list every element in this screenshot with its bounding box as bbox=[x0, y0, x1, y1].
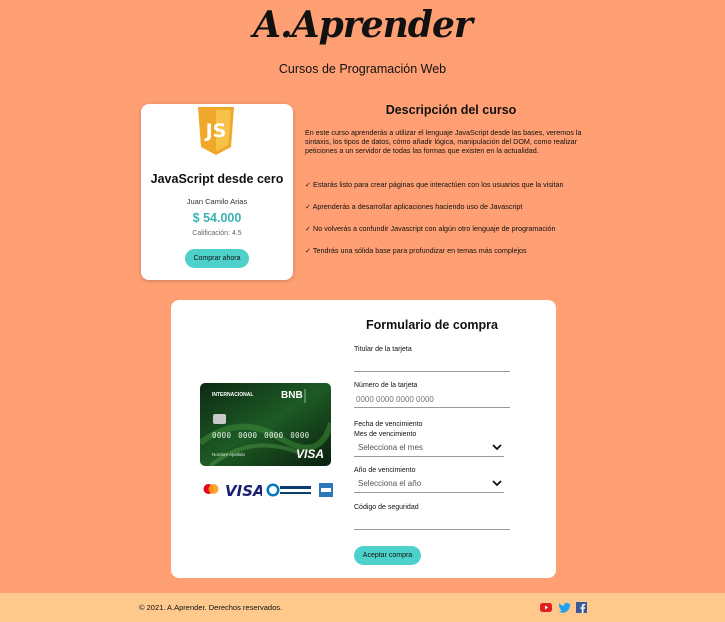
card-chip-icon bbox=[213, 414, 226, 424]
card-number-input[interactable] bbox=[354, 391, 510, 408]
purchase-form-card: INTERNACIONAL BNB 0000 0000 0000 0000 No… bbox=[171, 300, 556, 578]
benefit-item: ✓ Estarás listo para crear páginas que i… bbox=[305, 180, 564, 189]
diners-club-icon bbox=[266, 483, 311, 497]
card-bank-name: BNB bbox=[281, 390, 303, 401]
month-label: Mes de vencimiento bbox=[354, 431, 417, 438]
site-logo[interactable]: A.Aprender bbox=[0, 4, 725, 46]
expiry-label: Fecha de vencimiento bbox=[354, 421, 423, 428]
javascript-shield-icon: JS bbox=[198, 107, 234, 155]
footer: © 2021. A.Aprender. Derechos reservados. bbox=[0, 593, 725, 622]
facebook-icon[interactable] bbox=[576, 602, 588, 613]
course-card: JS JavaScript desde cero Juan Camilo Ari… bbox=[141, 104, 293, 280]
year-select[interactable]: Selecciona el año bbox=[354, 476, 504, 493]
chevron-down-icon bbox=[492, 480, 502, 487]
benefits-list: ✓ Estarás listo para crear páginas que i… bbox=[305, 180, 597, 268]
month-select[interactable]: Selecciona el mes bbox=[354, 440, 504, 457]
accept-purchase-button[interactable]: Aceptar compra bbox=[354, 546, 421, 565]
month-selected: Selecciona el mes bbox=[358, 443, 423, 452]
american-express-icon bbox=[319, 483, 333, 497]
card-network: VISA bbox=[296, 447, 325, 461]
description-heading: Descripción del curso bbox=[385, 103, 517, 117]
card-type-label: INTERNACIONAL bbox=[212, 392, 254, 398]
course-price: $ 54.000 bbox=[192, 211, 242, 225]
visa-icon: VISA bbox=[225, 482, 262, 498]
svg-text:JS: JS bbox=[204, 120, 227, 142]
copyright-text: © 2021. A.Aprender. Derechos reservados. bbox=[139, 603, 283, 612]
description-body: En este curso aprenderás a utilizar el l… bbox=[305, 128, 582, 155]
form-heading: Formulario de compra bbox=[366, 318, 498, 332]
course-author: Juan Camilo Arias bbox=[186, 197, 248, 206]
card-number-label: Número de la tarjeta bbox=[354, 382, 418, 389]
page-subtitle: Cursos de Programación Web bbox=[278, 62, 447, 76]
security-code-input[interactable] bbox=[354, 513, 510, 530]
benefit-item: ✓ No volverás a confundir Javascript con… bbox=[305, 224, 556, 233]
buy-now-button[interactable]: Comprar ahora bbox=[185, 249, 249, 268]
year-selected: Selecciona el año bbox=[358, 479, 422, 488]
card-holder-input[interactable] bbox=[354, 355, 510, 372]
youtube-icon[interactable] bbox=[540, 602, 552, 613]
course-rating: Calificación: 4.5 bbox=[192, 230, 242, 237]
credit-card-image: INTERNACIONAL BNB 0000 0000 0000 0000 No… bbox=[200, 383, 331, 466]
card-number: 0000 0000 0000 0000 bbox=[212, 431, 310, 440]
svg-text:VISA: VISA bbox=[225, 482, 262, 498]
benefit-item: ✓ Tendrás una sólida base para profundiz… bbox=[305, 246, 527, 255]
year-label: Año de vencimiento bbox=[354, 467, 416, 474]
mastercard-icon bbox=[203, 484, 219, 494]
twitter-icon[interactable] bbox=[559, 602, 571, 613]
card-holder-name: Nombre Apellido bbox=[212, 452, 246, 457]
course-title: JavaScript desde cero bbox=[150, 172, 284, 186]
security-code-label: Código de seguridad bbox=[354, 504, 419, 511]
card-holder-label: Titular de la tarjeta bbox=[354, 346, 412, 353]
payment-brands: VISA bbox=[200, 481, 335, 499]
chevron-down-icon bbox=[492, 444, 502, 451]
benefit-item: ✓ Aprenderás a desarrollar aplicaciones … bbox=[305, 202, 523, 211]
